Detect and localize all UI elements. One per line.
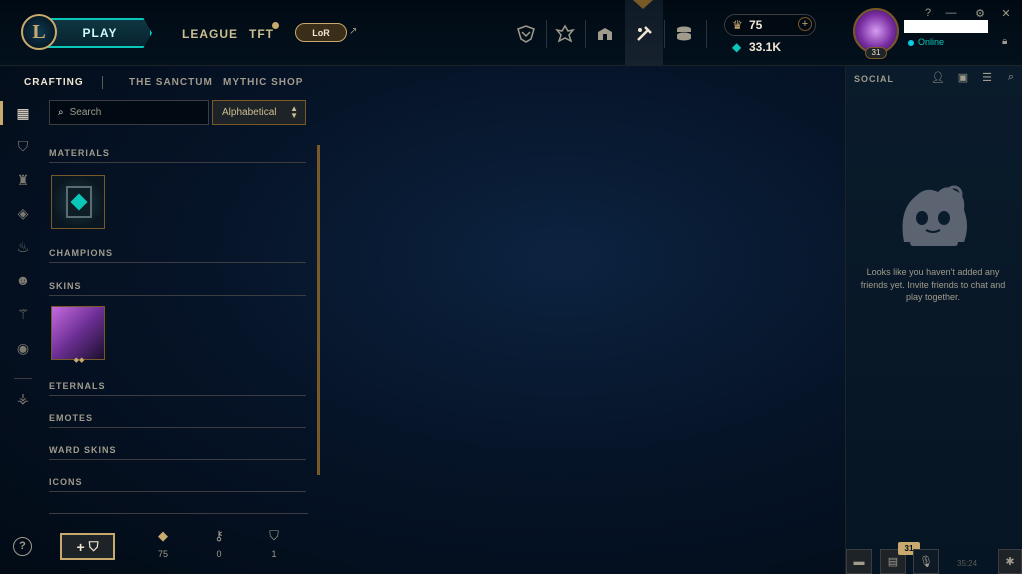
ward-icon[interactable]: ⚚ [12, 303, 34, 325]
chest-counter: ⛉ 1 [262, 528, 286, 559]
section-divider [49, 427, 306, 428]
add-friend-icon[interactable]: 👤︎ [931, 71, 945, 84]
top-divider [706, 20, 707, 48]
add-chest-button[interactable]: + ⛉ [60, 533, 115, 560]
clash-icon[interactable] [547, 16, 583, 52]
all-icon[interactable]: ▦ [12, 102, 34, 124]
blue-essence-value: 75 [749, 18, 763, 32]
rail-divider [14, 378, 32, 379]
section-divider [49, 395, 306, 396]
summoner-name-redacted [904, 20, 988, 33]
essence-count: 75 [157, 549, 168, 559]
champion-icon[interactable]: ♜ [12, 169, 34, 191]
league-logo-icon[interactable]: L [21, 14, 57, 50]
tab-sanctum[interactable]: THE SANCTUM [129, 77, 213, 88]
skin-icon[interactable]: ◈ [12, 202, 34, 224]
shard-ornament-icon: ◆◆ [73, 357, 85, 364]
tft-notification-dot [272, 22, 279, 29]
section-icons[interactable]: ICONS [49, 477, 83, 487]
minimize-button[interactable]: — [944, 7, 958, 19]
riot-points-value: 33.1K [749, 40, 782, 54]
section-champions[interactable]: CHAMPIONS [49, 248, 113, 258]
dropdown-arrows-icon: ▲ ▼ [290, 104, 298, 120]
sort-dropdown[interactable]: Alphabetical ▲ ▼ [212, 100, 306, 125]
status-text[interactable]: Online [918, 37, 944, 47]
voice-icon[interactable]: 🎙︎ [913, 549, 939, 574]
settings-gear-icon[interactable]: ⚙ [973, 7, 987, 20]
search-icon: ⌕ [58, 107, 64, 118]
section-divider [49, 162, 306, 163]
footer-divider [49, 513, 308, 514]
sort-selected-value: Alphabetical [222, 107, 277, 118]
riot-points-icon: ◆ [732, 40, 742, 54]
rail-active-indicator [0, 101, 3, 125]
list-view-icon[interactable]: ☰ [980, 71, 994, 84]
search-input[interactable] [69, 107, 200, 118]
loot-icon[interactable] [626, 16, 662, 52]
empty-friends-message: Looks like you haven't added any friends… [860, 267, 1006, 302]
section-divider [49, 295, 306, 296]
add-folder-icon[interactable]: ▣ [956, 71, 970, 84]
chest-icon: ⛉ [88, 538, 99, 554]
section-materials[interactable]: MATERIALS [49, 148, 110, 158]
tab-crafting[interactable]: CRAFTING [24, 77, 84, 88]
section-ward-skins[interactable]: WARD SKINS [49, 445, 117, 455]
eternal-icon[interactable]: ♨ [12, 236, 34, 258]
misc-icon[interactable]: ⚶ [12, 387, 34, 409]
material-chest-tile[interactable] [51, 175, 105, 229]
subnav-divider [102, 76, 103, 89]
top-divider [585, 20, 586, 48]
essence-counter: ◆ 75 [151, 528, 175, 559]
skin-shard-tile[interactable]: ◆◆ [51, 306, 105, 364]
client-window: PLAY L LEAGUE TFT LoR ↗ ♛ 75 + ◆ 33.1K 3… [0, 0, 1022, 574]
social-panel [845, 66, 1022, 574]
social-title: SOCIAL [854, 74, 895, 84]
chest-count: 1 [271, 549, 277, 559]
lor-label: LoR [312, 27, 330, 38]
key-icon: ⚷ [214, 528, 224, 543]
poro-icon [902, 185, 967, 246]
store-icon[interactable] [666, 16, 702, 52]
lock-icon: 🔒︎ [1002, 36, 1008, 47]
collection-icon[interactable] [587, 16, 623, 52]
close-button[interactable]: ✕ [999, 7, 1013, 20]
section-eternals[interactable]: ETERNALS [49, 381, 106, 391]
emote-icon[interactable]: ☻ [12, 269, 34, 291]
section-emotes[interactable]: EMOTES [49, 413, 93, 423]
section-skins[interactable]: SKINS [49, 281, 82, 291]
nav-league[interactable]: LEAGUE [182, 27, 238, 41]
dock-timer: 35:24 [957, 559, 978, 568]
lor-button[interactable]: LoR [295, 23, 347, 42]
section-divider [49, 491, 306, 492]
online-status-dot [908, 40, 914, 46]
section-divider [49, 262, 306, 263]
tab-mythic-shop[interactable]: MYTHIC SHOP [223, 77, 303, 88]
level-badge: 31 [865, 47, 887, 59]
chest-icon[interactable]: ⛉ [12, 135, 34, 157]
external-link-icon: ↗ [349, 26, 358, 37]
profile-icon-icon[interactable]: ◉ [12, 337, 34, 359]
bug-report-icon[interactable]: ✱ [998, 549, 1022, 574]
search-icon[interactable]: ⌕ [1004, 71, 1018, 84]
play-button[interactable]: PLAY [44, 18, 152, 48]
chat-icon[interactable]: ▬ [846, 549, 872, 574]
help-icon[interactable]: ? [13, 537, 32, 556]
esports-icon[interactable] [508, 16, 544, 52]
top-divider [664, 20, 665, 48]
key-count: 0 [216, 549, 222, 559]
blue-essence-icon: ♛ [732, 18, 743, 32]
key-counter: ⚷ 0 [207, 528, 231, 559]
search-field[interactable]: ⌕ [49, 100, 209, 125]
essence-icon: ◆ [158, 528, 168, 543]
chest-icon: ⛉ [269, 528, 279, 543]
play-button-label: PLAY [82, 26, 118, 40]
help-button[interactable]: ? [921, 7, 935, 19]
nav-tft[interactable]: TFT [249, 27, 274, 41]
section-divider [49, 459, 306, 460]
scrollbar-thumb[interactable] [317, 145, 320, 475]
active-caret-icon [633, 0, 653, 9]
buy-rp-button[interactable]: + [798, 17, 812, 31]
